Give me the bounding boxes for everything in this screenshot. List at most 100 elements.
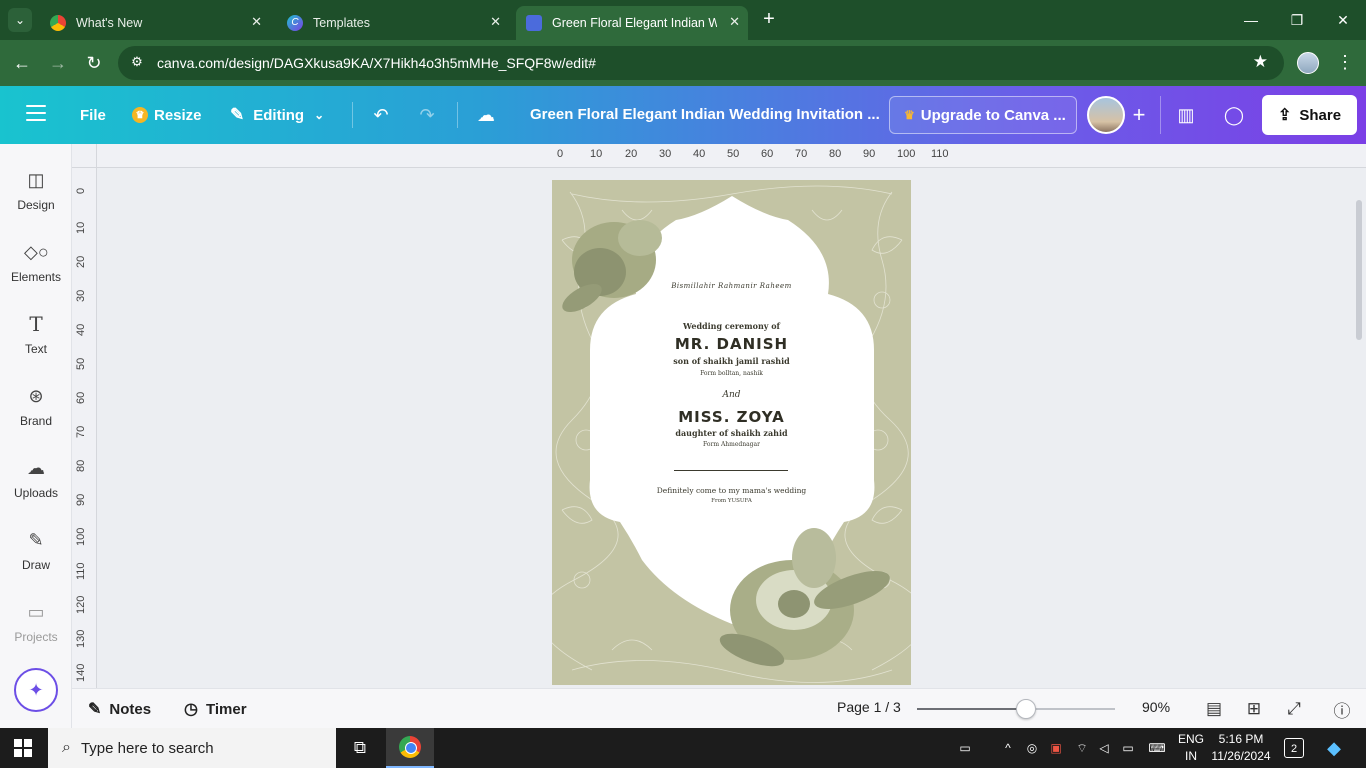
groom-parent-text[interactable]: son of shaikh jamil rashid <box>552 356 911 366</box>
close-icon[interactable]: ✕ <box>729 14 740 30</box>
invitation-page[interactable]: Bismillahir Rahmanir Raheem Wedding cere… <box>552 180 911 685</box>
zoom-slider-handle[interactable] <box>1015 699 1036 719</box>
invite-from-text[interactable]: From YUSUFA <box>552 498 911 504</box>
sidebar-item-uploads[interactable]: ☁ Uploads <box>0 456 72 516</box>
site-info-icon[interactable]: ⚙ <box>128 54 146 72</box>
language-indicator[interactable]: ENG IN <box>1174 731 1208 765</box>
editor-bottom-bar: ✎ Notes ◷ Timer Page 1 / 3 90% ▤ ⊞ ⤢ ⓘ <box>72 688 1366 728</box>
bismillah-text[interactable]: Bismillahir Rahmanir Raheem <box>552 282 911 290</box>
upgrade-button[interactable]: ♛ Upgrade to Canva ... <box>889 96 1077 134</box>
url-text[interactable]: canva.com/design/DAGXkusa9KA/X7Hikh4o3h5… <box>157 55 596 71</box>
tab-whats-new[interactable]: What's New ✕ <box>40 6 270 40</box>
sidebar-item-design[interactable]: ◫ Design <box>0 168 72 228</box>
canva-icon: C <box>287 15 303 31</box>
timer-label: Timer <box>205 700 247 718</box>
clock-time: 5:16 PM <box>1218 732 1264 746</box>
undo-icon[interactable]: ↶ <box>366 100 396 130</box>
taskbar-clock[interactable]: 5:16 PM 11/26/2024 <box>1208 731 1274 765</box>
comment-icon[interactable]: ◯ <box>1219 100 1249 130</box>
back-icon[interactable]: ← <box>10 51 34 75</box>
profile-avatar[interactable] <box>1297 52 1319 74</box>
crown-icon: ♛ <box>132 107 148 123</box>
ruler-tick: 110 <box>931 148 949 160</box>
tray-icon[interactable]: ◎ <box>1022 728 1042 768</box>
bride-parent-text[interactable]: daughter of shaikh zahid <box>552 428 911 438</box>
help-icon[interactable]: ⓘ <box>1330 698 1354 721</box>
redo-icon[interactable]: ↷ <box>412 100 442 130</box>
ruler-tick: 0 <box>557 148 564 160</box>
tab-search-button[interactable]: ⌄ <box>8 8 32 32</box>
sidebar-item-text[interactable]: T Text <box>0 312 72 372</box>
magic-assistant-icon[interactable]: ✦ <box>14 668 58 712</box>
sidebar-item-brand[interactable]: ⊛ Brand <box>0 384 72 444</box>
share-label: Share <box>1299 106 1342 124</box>
sidebar-item-label: Brand <box>19 414 53 428</box>
tab-templates[interactable]: C Templates ✕ <box>277 6 509 40</box>
tab-invitation[interactable]: Green Floral Elegant Indian Wedding Invi… <box>516 6 748 40</box>
page-indicator[interactable]: Page 1 / 3 <box>837 699 901 715</box>
new-tab-icon[interactable]: + <box>758 8 780 30</box>
editing-mode-button[interactable]: ✎ Editing ⌄ <box>230 101 324 129</box>
task-view-icon[interactable]: ⧉ <box>336 728 384 768</box>
fullscreen-icon[interactable]: ⤢ <box>1282 698 1306 720</box>
bride-from-text[interactable]: Form Ahmednagar <box>552 441 911 448</box>
notes-button[interactable]: ✎ Notes <box>88 699 151 719</box>
notification-icon[interactable]: 2 <box>1284 738 1304 758</box>
ruler-tick: 100 <box>897 148 916 160</box>
ruler-tick: 0 <box>75 187 87 194</box>
ceremony-text[interactable]: Wedding ceremony of <box>552 321 911 331</box>
close-icon[interactable]: ✕ <box>251 14 262 30</box>
resize-button[interactable]: ♛ Resize <box>132 101 202 129</box>
minimize-icon[interactable]: — <box>1228 0 1274 40</box>
menu-icon[interactable] <box>26 105 46 121</box>
close-icon[interactable]: ✕ <box>490 14 501 30</box>
battery-icon[interactable]: ▭ <box>1118 728 1138 768</box>
bookmark-star-icon[interactable]: ★ <box>1253 52 1268 72</box>
forward-icon[interactable]: → <box>46 51 70 75</box>
page-view-icon[interactable]: ▤ <box>1202 698 1226 720</box>
chrome-taskbar-icon[interactable] <box>386 728 434 768</box>
volume-icon[interactable]: ◁ <box>1094 728 1114 768</box>
ruler-tick: 50 <box>75 357 87 370</box>
ruler-tick: 40 <box>75 323 87 336</box>
omnibox[interactable]: ⚙ canva.com/design/DAGXkusa9KA/X7Hikh4o3… <box>118 46 1284 80</box>
cloud-saved-icon[interactable]: ☁ <box>471 100 501 130</box>
grid-view-icon[interactable]: ⊞ <box>1242 698 1266 720</box>
sidebar-item-elements[interactable]: ◇○ Elements <box>0 240 72 300</box>
copilot-icon[interactable]: ◆ <box>1320 728 1348 768</box>
window-close-icon[interactable]: ✕ <box>1320 0 1366 40</box>
reload-icon[interactable]: ↻ <box>82 51 106 75</box>
share-button[interactable]: ⇪ Share <box>1262 95 1357 135</box>
insights-chart-icon[interactable]: ▥ <box>1171 100 1201 130</box>
vertical-ruler: 0 10 20 30 40 50 60 70 80 90 100 110 120… <box>72 168 97 688</box>
user-avatar[interactable] <box>1087 96 1125 134</box>
sidebar-item-label: Projects <box>14 630 58 644</box>
chrome-menu-icon[interactable]: ⋮ <box>1336 52 1354 73</box>
design-title[interactable]: Green Floral Elegant Indian Wedding Invi… <box>530 106 880 123</box>
tray-app-icon[interactable]: ▭ <box>950 728 980 768</box>
taskbar-search[interactable]: ⌕ Type here to search <box>48 728 336 768</box>
windows-start-icon[interactable] <box>14 739 32 757</box>
groom-from-text[interactable]: Form bolltan, nashik <box>552 370 911 377</box>
wifi-icon[interactable]: ⌔ <box>1072 728 1092 768</box>
ruler-tick: 90 <box>75 493 87 506</box>
timer-button[interactable]: ◷ Timer <box>184 699 247 719</box>
resize-label: Resize <box>154 106 202 124</box>
vertical-scrollbar[interactable] <box>1356 200 1362 340</box>
divider-line[interactable] <box>674 470 788 471</box>
lang-line: IN <box>1185 749 1197 763</box>
and-text[interactable]: And <box>552 390 911 400</box>
zoom-percentage[interactable]: 90% <box>1142 699 1170 715</box>
restore-icon[interactable]: ❐ <box>1274 0 1320 40</box>
sidebar-item-projects[interactable]: ▭ Projects <box>0 600 72 660</box>
sidebar-item-draw[interactable]: ✎ Draw <box>0 528 72 588</box>
tray-alert-icon[interactable]: ▣ <box>1046 728 1066 768</box>
file-menu-button[interactable]: File <box>80 101 106 129</box>
show-hidden-icons[interactable]: ^ <box>998 728 1018 768</box>
keyboard-icon[interactable]: ⌨ <box>1144 728 1170 768</box>
ruler-tick: 120 <box>75 595 87 614</box>
bride-name[interactable]: MISS. ZOYA <box>552 408 911 426</box>
groom-name[interactable]: MR. DANISH <box>552 335 911 353</box>
invite-note-text[interactable]: Definitely come to my mama's wedding <box>552 486 911 495</box>
add-collaborator-icon[interactable]: + <box>1124 100 1154 130</box>
